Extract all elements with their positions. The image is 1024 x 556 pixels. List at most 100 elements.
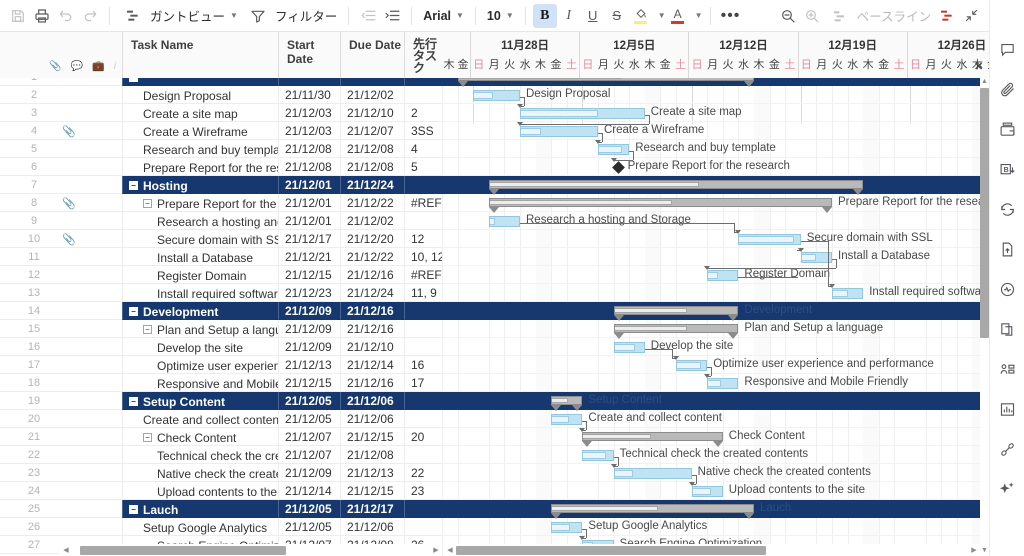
cell-predecessor[interactable]: 11, 9 — [404, 284, 442, 302]
cell-predecessor[interactable] — [404, 86, 442, 104]
collapse-toggle-icon[interactable]: − — [129, 307, 138, 317]
collapse-toggle-icon[interactable]: − — [129, 181, 138, 191]
vertical-scrollbar[interactable]: ▲ ▼ — [980, 78, 989, 556]
cell-predecessor[interactable] — [404, 500, 442, 518]
cell-start-date[interactable]: 21/12/08 — [278, 140, 340, 158]
outdent-icon[interactable] — [356, 4, 380, 28]
cell-start-date[interactable]: 21/12/03 — [278, 104, 340, 122]
gantt-scroll-right-arrow[interactable]: ▶ — [968, 546, 980, 554]
cell-start-date[interactable]: 21/12/01 — [278, 194, 340, 212]
cell-start-date[interactable]: 21/11/30 — [278, 86, 340, 104]
cell-start-date[interactable]: 21/12/09 — [278, 464, 340, 482]
collapse-toggle-icon[interactable]: − — [129, 397, 138, 407]
grid-scroll-right-arrow[interactable]: ▶ — [430, 546, 442, 554]
cell-start-date[interactable]: 21/12/05 — [278, 518, 340, 536]
gantt-horizontal-scrollbar[interactable]: ◀ ▶ — [444, 544, 980, 556]
cell-start-date[interactable]: 21/12/23 — [278, 284, 340, 302]
cell-task-name[interactable]: Upload contents to the site — [122, 482, 278, 500]
attachment-icon[interactable]: 📎 — [62, 233, 76, 246]
cell-task-name[interactable]: Create and collect content — [122, 410, 278, 428]
cell-predecessor[interactable]: 12 — [404, 230, 442, 248]
cell-start-date[interactable]: 21/12/17 — [278, 230, 340, 248]
gantt-task-bar[interactable] — [582, 450, 614, 461]
cell-predecessor[interactable] — [404, 176, 442, 194]
copy-icon[interactable] — [994, 316, 1020, 342]
cell-predecessor[interactable]: 17 — [404, 374, 442, 392]
comment-icon[interactable] — [994, 36, 1020, 62]
attachment-icon[interactable] — [994, 76, 1020, 102]
cell-due-date[interactable]: 21/12/07 — [340, 122, 404, 140]
scroll-up-arrow[interactable]: ▲ — [980, 78, 989, 85]
redo-icon[interactable] — [78, 4, 102, 28]
cell-task-name[interactable]: Install a Database — [122, 248, 278, 266]
cell-start-date[interactable]: 21/12/01 — [278, 212, 340, 230]
cell-start-date[interactable]: 21/12/21 — [278, 248, 340, 266]
cell-start-date[interactable]: 21/12/09 — [278, 320, 340, 338]
more-options-button[interactable]: ••• — [718, 4, 744, 28]
cell-predecessor[interactable] — [404, 302, 442, 320]
cell-task-name[interactable]: − — [122, 78, 278, 86]
cell-predecessor[interactable] — [404, 410, 442, 428]
cell-predecessor[interactable] — [404, 212, 442, 230]
gantt-scroll-track[interactable] — [456, 545, 968, 555]
cell-start-date[interactable]: 21/12/05 — [278, 392, 340, 410]
gantt-scroll-thumb[interactable] — [456, 545, 766, 555]
cell-due-date[interactable]: 21/12/15 — [340, 482, 404, 500]
archive-icon[interactable] — [994, 116, 1020, 142]
archive-icon[interactable]: 💼 — [92, 61, 104, 72]
gantt-task-bar[interactable] — [551, 522, 583, 533]
activity-icon[interactable] — [994, 276, 1020, 302]
cell-predecessor[interactable] — [404, 518, 442, 536]
gantt-task-bar[interactable] — [551, 414, 583, 425]
critical-path-icon[interactable] — [935, 4, 959, 28]
collapse-toggle-icon[interactable]: − — [129, 505, 138, 515]
cell-predecessor[interactable]: 22 — [404, 464, 442, 482]
gantt-summary-bar[interactable] — [582, 432, 724, 447]
strikethrough-button[interactable]: S — [605, 4, 629, 28]
gantt-summary-bar[interactable] — [488, 180, 864, 195]
font-size-selector[interactable]: 10 ▼ — [483, 4, 518, 28]
cell-due-date[interactable]: 21/12/06 — [340, 410, 404, 428]
cell-start-date[interactable]: 21/12/14 — [278, 482, 340, 500]
cell-predecessor[interactable] — [404, 446, 442, 464]
column-header-task-name[interactable]: Task Name — [122, 32, 278, 78]
column-header-start-date[interactable]: Start Date — [278, 32, 340, 78]
resource-icon[interactable] — [994, 356, 1020, 382]
cell-due-date[interactable]: 21/12/24 — [340, 284, 404, 302]
cell-task-name[interactable]: Setup Google Analytics — [122, 518, 278, 536]
gantt-milestone[interactable] — [611, 161, 625, 174]
cell-due-date[interactable]: 21/12/16 — [340, 374, 404, 392]
gantt-task-bar[interactable] — [473, 90, 520, 101]
cell-predecessor[interactable] — [404, 392, 442, 410]
cell-task-name[interactable]: Develop the site — [122, 338, 278, 356]
gantt-task-bar[interactable] — [520, 108, 645, 119]
gantt-task-bar[interactable] — [832, 288, 864, 299]
cell-start-date[interactable]: 21/12/05 — [278, 500, 340, 518]
cell-start-date[interactable]: 21/12/03 — [278, 122, 340, 140]
gantt-task-bar[interactable] — [488, 216, 520, 227]
comment-icon[interactable]: 💬 — [71, 61, 83, 72]
cell-predecessor[interactable]: 10, 12 — [404, 248, 442, 266]
cell-predecessor[interactable]: #REF — [404, 194, 442, 212]
column-header-predecessor[interactable]: 先行タスク — [404, 32, 442, 78]
cell-predecessor[interactable]: 2 — [404, 104, 442, 122]
zoom-in-icon[interactable] — [800, 4, 824, 28]
vertical-scroll-thumb[interactable] — [980, 88, 989, 338]
gantt-task-bar[interactable] — [613, 342, 645, 353]
cell-task-name[interactable]: − Check Content — [122, 428, 278, 446]
indent-icon[interactable] — [380, 4, 404, 28]
gantt-summary-bar[interactable] — [613, 306, 739, 321]
cell-due-date[interactable]: 21/12/15 — [340, 428, 404, 446]
gantt-task-bar[interactable] — [676, 360, 708, 371]
collapse-toggle-icon[interactable]: − — [143, 199, 152, 209]
cell-due-date[interactable]: 21/12/16 — [340, 320, 404, 338]
column-header-due-date[interactable]: Due Date — [340, 32, 404, 78]
cell-start-date[interactable]: 21/12/15 — [278, 374, 340, 392]
cell-predecessor[interactable]: 3SS — [404, 122, 442, 140]
attachment-icon[interactable]: 📎 — [49, 61, 61, 72]
grid-scroll-thumb[interactable] — [80, 545, 286, 555]
cell-task-name[interactable]: Prepare Report for the research — [122, 158, 278, 176]
gantt-task-bar[interactable] — [707, 270, 739, 281]
cell-due-date[interactable]: 21/12/02 — [340, 86, 404, 104]
cell-task-name[interactable]: Optimize user experience — [122, 356, 278, 374]
